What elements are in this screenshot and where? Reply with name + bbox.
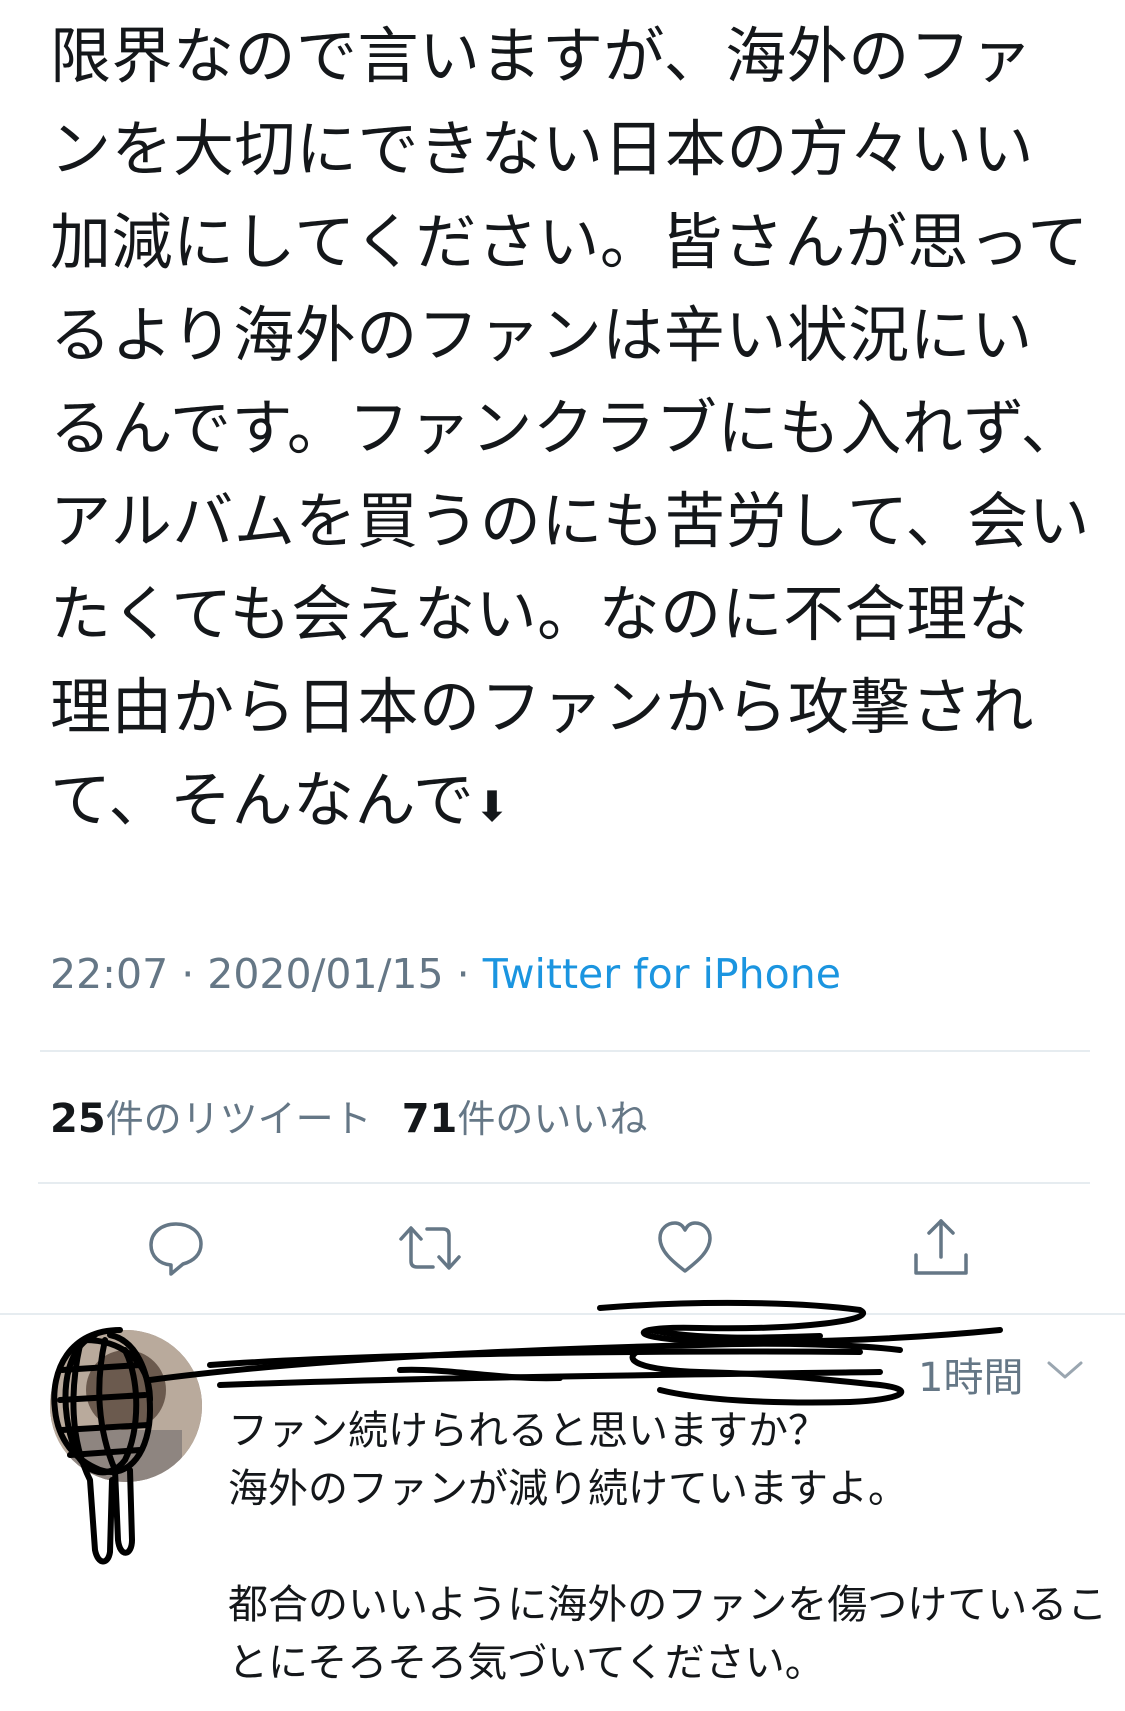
divider <box>40 1050 1090 1052</box>
chevron-down-icon[interactable] <box>1045 1355 1085 1385</box>
likes-stat[interactable]: 71件のいいね <box>401 1096 648 1142</box>
tweet-date: 2020/01/15 <box>207 950 444 998</box>
reply-author[interactable] <box>228 1345 1008 1391</box>
meta-separator: · <box>443 950 483 998</box>
down-arrow-emoji: ⬇ <box>474 782 511 831</box>
reply-timestamp: 1時間 <box>918 1355 1024 1401</box>
share-icon <box>914 1219 968 1275</box>
tweet-source-link[interactable]: Twitter for iPhone <box>483 950 841 998</box>
meta-separator: · <box>168 950 208 998</box>
likes-count: 71 <box>401 1096 458 1142</box>
retweets-stat[interactable]: 25件のリツイート <box>50 1096 372 1142</box>
reply-text: ファン続けられると思いますか？ 海外のファンが減り続けていますよ。 都合のいいよ… <box>228 1408 1108 1686</box>
likes-label: 件のいいね <box>457 1097 648 1141</box>
reply-button[interactable] <box>143 1215 209 1281</box>
retweets-label: 件のリツイート <box>105 1097 372 1141</box>
like-button[interactable] <box>652 1215 718 1281</box>
divider <box>0 1313 1125 1315</box>
tweet-time: 22:07 <box>50 950 169 998</box>
avatar[interactable] <box>50 1330 202 1482</box>
tweet-text: 限界なので言いますが、海外のファンを大切にできない日本の方々いい加減にしてくださ… <box>50 10 1090 853</box>
reply-icon <box>149 1222 203 1276</box>
tweet-stats: 25件のリツイート 71件のいいね <box>50 1088 647 1143</box>
tweet-meta: 22:07 · 2020/01/15 · Twitter for iPhone <box>50 950 841 998</box>
retweet-button[interactable] <box>397 1215 463 1281</box>
tweet-body: 限界なので言いますが、海外のファンを大切にできない日本の方々いい加減にしてくださ… <box>50 21 1091 836</box>
heart-icon <box>658 1221 712 1273</box>
avatar-image <box>50 1330 202 1482</box>
divider <box>38 1182 1090 1184</box>
retweet-icon <box>399 1226 461 1270</box>
tweet-action-bar <box>0 1215 1125 1285</box>
share-button[interactable] <box>908 1215 974 1281</box>
reply-author-name <box>228 1345 242 1391</box>
retweets-count: 25 <box>50 1096 106 1142</box>
